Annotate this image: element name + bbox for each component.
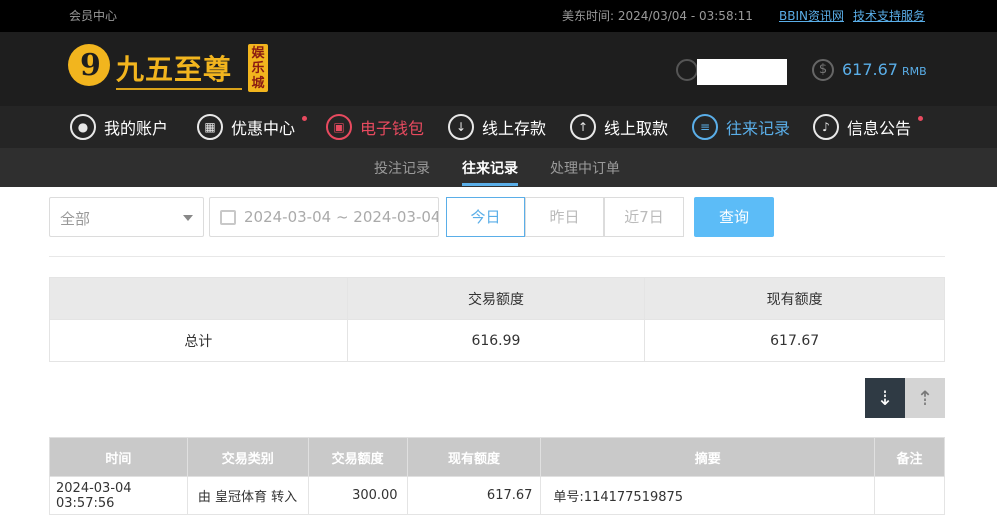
member-center-link[interactable]: 会员中心 bbox=[69, 7, 117, 24]
column-header: 时间 bbox=[49, 437, 188, 477]
summary-cell: 616.99 bbox=[346, 319, 646, 362]
site-logo[interactable]: 9 九五至尊 娱乐城 bbox=[68, 42, 273, 98]
cell-summary: 单号:114177519875 bbox=[540, 476, 876, 515]
tech-support-link[interactable]: 技术支持服务 bbox=[853, 7, 925, 24]
cell-type: 由 皇冠体育 转入 bbox=[186, 476, 309, 515]
gift-icon: ▦ bbox=[197, 114, 223, 140]
promotions-notice-dot bbox=[302, 116, 307, 121]
query-button[interactable]: 查询 bbox=[694, 197, 774, 237]
summary-cell: 617.67 bbox=[644, 319, 945, 362]
logo-emblem-icon: 9 bbox=[68, 44, 110, 86]
records-table: 时间 交易类别 交易额度 现有额度 摘要 备注 2024-03-04 03:57… bbox=[49, 437, 945, 515]
nav-promotions[interactable]: ▦ 优惠中心 bbox=[197, 106, 295, 148]
bell-icon: ♪ bbox=[813, 114, 839, 140]
user-icon: ● bbox=[70, 114, 96, 140]
yesterday-button[interactable]: 昨日 bbox=[525, 197, 604, 237]
top-bar: 会员中心 美东时间: 2024/03/04 - 03:58:11 BBIN资讯网… bbox=[0, 0, 997, 32]
column-header: 现有额度 bbox=[406, 437, 542, 477]
active-tab-indicator bbox=[462, 183, 518, 186]
summary-table: 交易额度 现有额度 总计 616.99 617.67 bbox=[49, 277, 945, 362]
column-header: 备注 bbox=[874, 437, 945, 477]
record-icon: ≡ bbox=[692, 114, 718, 140]
username-redacted bbox=[697, 59, 787, 85]
summary-cell: 总计 bbox=[49, 319, 348, 362]
header: 9 九五至尊 娱乐城 $ 617.67 RMB bbox=[0, 32, 997, 106]
summary-total-row: 总计 616.99 617.67 bbox=[49, 319, 945, 362]
summary-header-cell bbox=[49, 277, 348, 320]
tab-transaction-records[interactable]: 往来记录 bbox=[462, 158, 518, 178]
wallet-icon: ▣ bbox=[326, 114, 352, 140]
column-header: 交易额度 bbox=[307, 437, 408, 477]
bbin-news-link[interactable]: BBIN资讯网 bbox=[779, 7, 844, 24]
last-7-days-button[interactable]: 近7日 bbox=[604, 197, 684, 237]
logo-ornament bbox=[116, 88, 242, 90]
cell-remark bbox=[874, 476, 945, 515]
user-icon bbox=[676, 59, 698, 81]
tab-pending-orders[interactable]: 处理中订单 bbox=[550, 158, 620, 178]
today-button[interactable]: 今日 bbox=[446, 197, 525, 237]
sub-nav: 投注记录 往来记录 处理中订单 bbox=[0, 148, 997, 187]
table-row: 2024-03-04 03:57:56 由 皇冠体育 转入 300.00 617… bbox=[49, 476, 945, 515]
sort-asc-icon: ⇡ bbox=[916, 386, 934, 410]
deposit-icon: ↓ bbox=[448, 114, 474, 140]
logo-text: 九五至尊 bbox=[116, 53, 233, 86]
type-select[interactable]: 全部 bbox=[49, 197, 204, 237]
summary-header-row: 交易额度 现有额度 bbox=[49, 277, 945, 320]
records-header-row: 时间 交易类别 交易额度 现有额度 摘要 备注 bbox=[49, 437, 945, 477]
divider bbox=[49, 256, 945, 257]
summary-header-cell: 交易额度 bbox=[346, 277, 646, 320]
tab-bet-records[interactable]: 投注记录 bbox=[374, 158, 430, 178]
column-header: 交易类别 bbox=[186, 437, 309, 477]
withdraw-icon: ↑ bbox=[570, 114, 596, 140]
cell-time: 2024-03-04 03:57:56 bbox=[49, 476, 188, 515]
cell-balance: 617.67 bbox=[406, 476, 542, 515]
logo-badge: 娱乐城 bbox=[248, 44, 268, 92]
nav-e-wallet[interactable]: ▣ 电子钱包 bbox=[326, 106, 424, 148]
sort-desc-icon: ⇣ bbox=[876, 386, 894, 410]
sort-asc-button[interactable]: ⇡ bbox=[905, 378, 945, 418]
calendar-icon bbox=[220, 210, 236, 225]
balance-display: 617.67 RMB bbox=[842, 60, 927, 79]
nav-withdraw[interactable]: ↑ 线上取款 bbox=[570, 106, 668, 148]
main-nav: ● 我的账户 ▦ 优惠中心 ▣ 电子钱包 ↓ 线上存款 ↑ 线上取款 ≡ 往来记… bbox=[0, 106, 997, 148]
nav-deposit[interactable]: ↓ 线上存款 bbox=[448, 106, 546, 148]
summary-header-cell: 现有额度 bbox=[644, 277, 945, 320]
server-time: 美东时间: 2024/03/04 - 03:58:11 bbox=[562, 9, 753, 23]
sort-desc-button[interactable]: ⇣ bbox=[865, 378, 905, 418]
cell-amount: 300.00 bbox=[307, 476, 408, 515]
nav-records[interactable]: ≡ 往来记录 bbox=[692, 106, 790, 148]
announcements-notice-dot bbox=[918, 116, 923, 121]
column-header: 摘要 bbox=[540, 437, 876, 477]
date-range-input[interactable]: 2024-03-04 ~ 2024-03-04 bbox=[209, 197, 439, 237]
nav-my-account[interactable]: ● 我的账户 bbox=[70, 106, 168, 148]
money-icon: $ bbox=[812, 59, 834, 81]
chevron-down-icon bbox=[183, 215, 193, 221]
nav-announcements[interactable]: ♪ 信息公告 bbox=[813, 106, 911, 148]
